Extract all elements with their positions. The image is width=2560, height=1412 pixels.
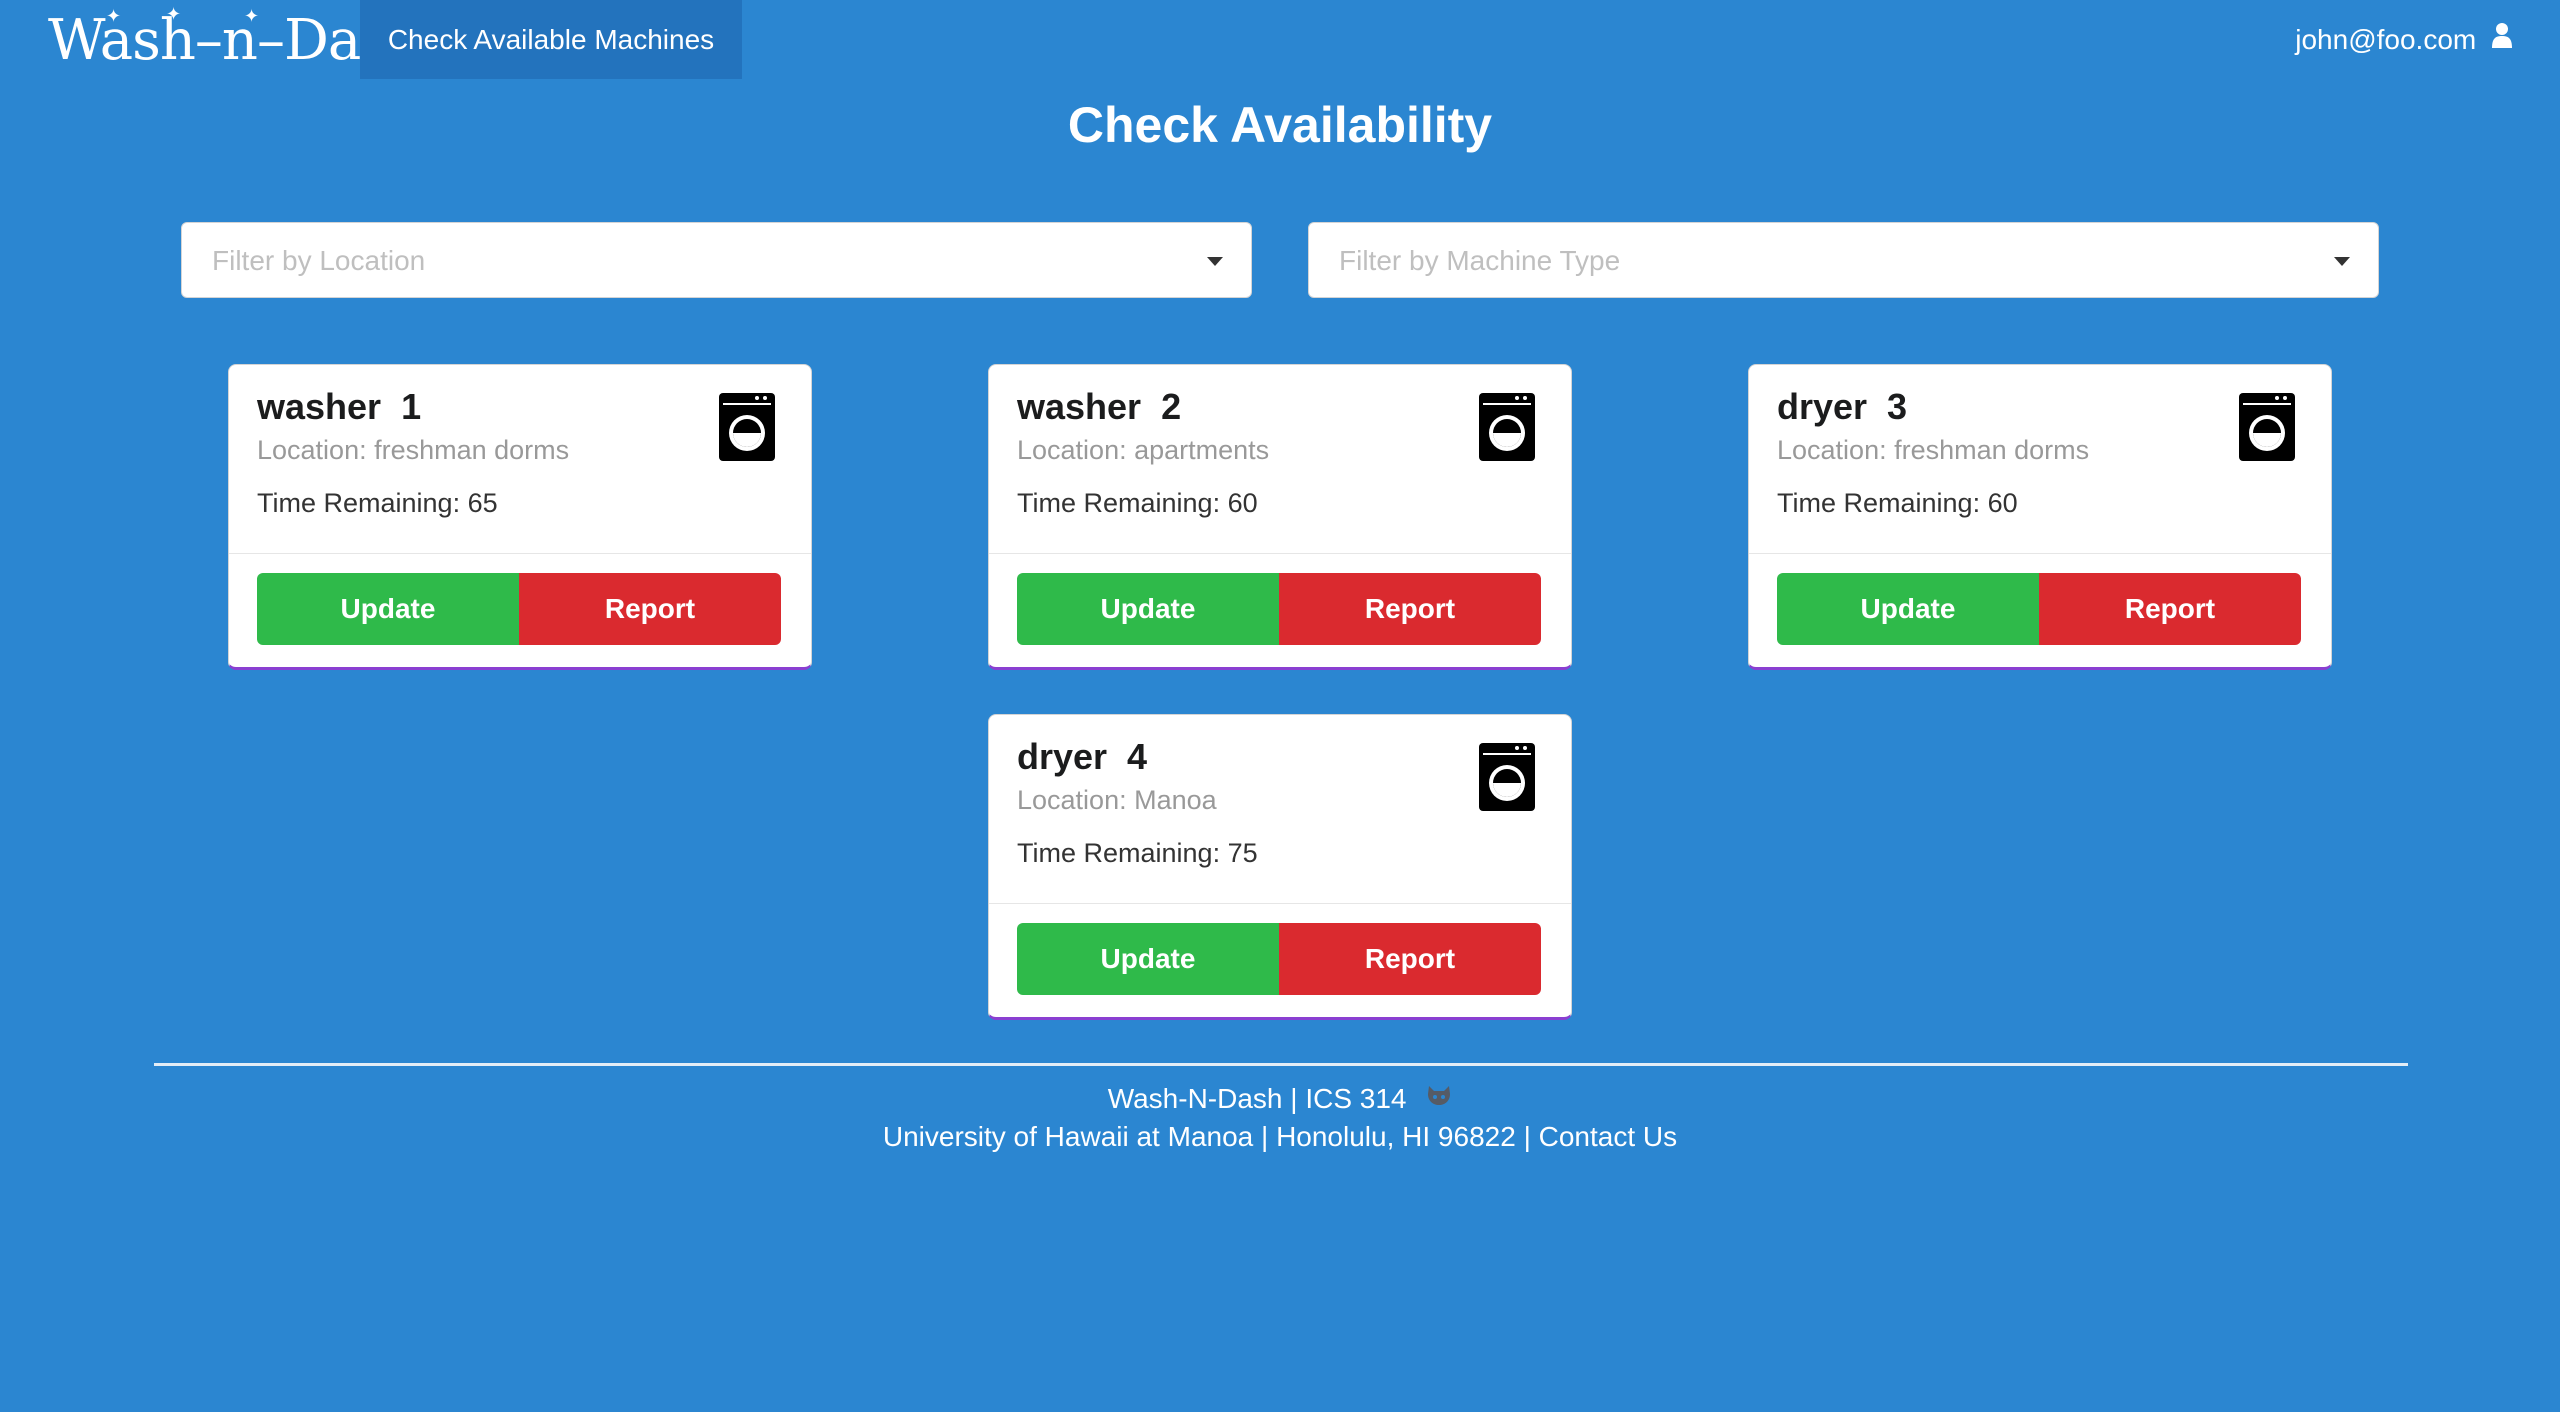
footer-line-address: University of Hawaii at Manoa | Honolulu… xyxy=(0,1118,2560,1156)
washing-machine-icon xyxy=(1479,743,1535,811)
user-email: john@foo.com xyxy=(2295,24,2477,55)
card-divider xyxy=(989,903,1571,904)
caret-down-icon xyxy=(1207,257,1223,266)
footer-line-course: Wash-N-Dash | ICS 314 xyxy=(0,1080,2560,1118)
footer-divider xyxy=(154,1063,2408,1066)
filter-location-dropdown[interactable]: Filter by Location xyxy=(181,222,1252,298)
report-button[interactable]: Report xyxy=(1279,923,1541,995)
machine-location: Location: apartments xyxy=(1017,435,1270,465)
user-icon xyxy=(2492,0,2512,78)
update-button[interactable]: Update xyxy=(257,573,519,645)
footer-address-text: University of Hawaii at Manoa | Honolulu… xyxy=(882,1121,1539,1152)
app-logo[interactable]: Wash–n–Dash ✦ ✦ ✦ xyxy=(48,4,424,76)
page-title: Check Availability xyxy=(1067,97,1493,153)
github-icon[interactable] xyxy=(1426,1080,1452,1118)
sparkle-icon: ✦ xyxy=(166,4,181,25)
machine-name: dryer 4 xyxy=(1017,736,1148,777)
nav-tab-check-available-machines[interactable]: Check Available Machines xyxy=(360,0,742,79)
time-remaining: Time Remaining: 75 xyxy=(1017,838,1258,868)
report-button[interactable]: Report xyxy=(1279,573,1541,645)
machine-card: washer 1 Location: freshman dorms Time R… xyxy=(228,364,812,670)
washing-machine-icon xyxy=(1479,393,1535,461)
time-remaining: Time Remaining: 60 xyxy=(1017,488,1258,518)
machine-card: dryer 3 Location: freshman dorms Time Re… xyxy=(1748,364,2332,670)
top-navbar: Wash–n–Dash ✦ ✦ ✦ Check Available Machin… xyxy=(0,0,2560,79)
update-button[interactable]: Update xyxy=(1017,923,1279,995)
sparkle-icon: ✦ xyxy=(244,6,259,27)
machine-location: Location: freshman dorms xyxy=(257,435,570,465)
filter-machine-type-dropdown[interactable]: Filter by Machine Type xyxy=(1308,222,2379,298)
report-button[interactable]: Report xyxy=(2039,573,2301,645)
card-divider xyxy=(229,553,811,554)
sparkle-icon: ✦ xyxy=(106,6,121,27)
washing-machine-icon xyxy=(719,393,775,461)
time-remaining: Time Remaining: 65 xyxy=(257,488,498,518)
machine-card: washer 2 Location: apartments Time Remai… xyxy=(988,364,1572,670)
time-remaining: Time Remaining: 60 xyxy=(1777,488,2018,518)
caret-down-icon xyxy=(2334,257,2350,266)
update-button[interactable]: Update xyxy=(1017,573,1279,645)
machine-location: Location: Manoa xyxy=(1017,785,1217,815)
machine-name: washer 1 xyxy=(257,386,422,427)
card-divider xyxy=(1749,553,2331,554)
filter-machine-type-placeholder: Filter by Machine Type xyxy=(1339,245,1621,276)
machine-card: dryer 4 Location: Manoa Time Remaining: … xyxy=(988,714,1572,1020)
machine-name: dryer 3 xyxy=(1777,386,1908,427)
machine-location: Location: freshman dorms xyxy=(1777,435,2090,465)
update-button[interactable]: Update xyxy=(1777,573,2039,645)
user-menu[interactable]: john@foo.com xyxy=(2295,0,2512,79)
report-button[interactable]: Report xyxy=(519,573,781,645)
washing-machine-icon xyxy=(2239,393,2295,461)
filter-location-placeholder: Filter by Location xyxy=(212,245,426,276)
footer-course-text: Wash-N-Dash | ICS 314 xyxy=(1107,1083,1407,1114)
contact-us-link[interactable]: Contact Us xyxy=(1539,1121,1678,1152)
card-divider xyxy=(989,553,1571,554)
machine-name: washer 2 xyxy=(1017,386,1182,427)
